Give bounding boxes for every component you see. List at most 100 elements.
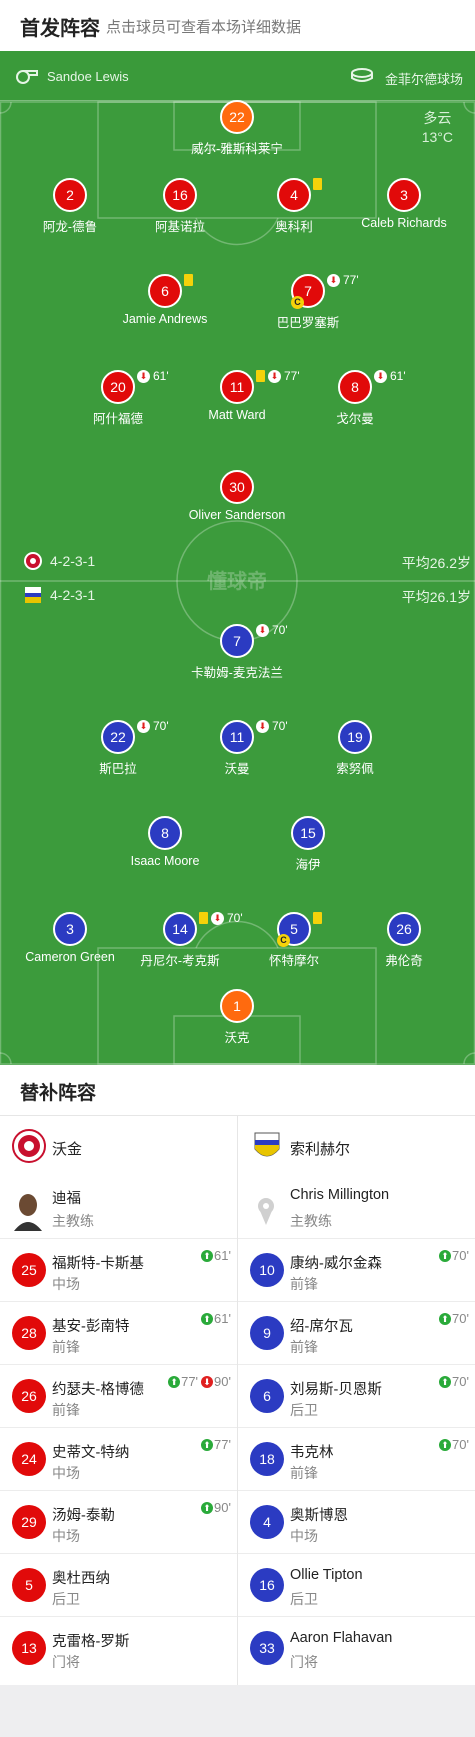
player-number: 1 xyxy=(220,989,254,1023)
player-position: 中场 xyxy=(290,1528,318,1544)
sub-on-minute: 90' xyxy=(214,1500,231,1515)
player-events: ⬇ 61' xyxy=(374,369,406,383)
substitution-events: ⬆ 70' xyxy=(439,1437,469,1452)
substitute-row[interactable]: 10 康纳-威尔金森 前锋 ⬆ 70' xyxy=(238,1238,475,1301)
player-name: 克雷格-罗斯 xyxy=(52,1634,130,1650)
player-number: 9 xyxy=(250,1316,284,1350)
player-number: 19 xyxy=(338,720,372,754)
home-player[interactable]: 16 阿基诺拉 xyxy=(115,178,245,235)
sub-on-minute: 70' xyxy=(452,1311,469,1326)
home-player[interactable]: 8 ⬇ 61' 戈尔曼 xyxy=(290,369,420,427)
player-number: 2 xyxy=(53,178,87,212)
away-player[interactable]: 14 ⬇ 70' 丹尼尔-考克斯 xyxy=(115,911,245,969)
substitute-row[interactable]: 18 韦克林 前锋 ⬆ 70' xyxy=(238,1427,475,1490)
player-name: 刘易斯-贝恩斯 xyxy=(290,1382,382,1398)
player-number: 25 xyxy=(12,1253,46,1287)
referee-name: Sandoe Lewis xyxy=(47,69,129,84)
player-name: 奥杜西纳 xyxy=(52,1571,110,1587)
substitution-events: ⬆ 70' xyxy=(439,1248,469,1263)
away-player[interactable]: 22 ⬇ 70' 斯巴拉 xyxy=(53,719,183,777)
sub-off-icon: ⬇ xyxy=(211,911,224,925)
player-number: 20 ⬇ 61' xyxy=(101,369,169,404)
player-name: 卡勒姆-麦克法兰 xyxy=(191,666,283,680)
player-name: Ollie Tipton xyxy=(290,1567,363,1583)
weather: 多云 13°C xyxy=(422,109,453,147)
substitution-events: ⬆ 61' xyxy=(201,1311,231,1326)
player-position: 门将 xyxy=(290,1654,318,1670)
home-team-badge xyxy=(24,552,42,570)
substitute-row[interactable]: 6 刘易斯-贝恩斯 后卫 ⬆ 70' xyxy=(238,1364,475,1427)
page-title: 首发阵容 xyxy=(20,18,100,40)
sub-off-icon: ⬇ xyxy=(374,369,387,383)
player-name: 沃克 xyxy=(224,1031,250,1045)
away-player[interactable]: 26 弗伦奇 xyxy=(339,912,469,969)
match-info-bar: Sandoe Lewis 金菲尔德球场 xyxy=(0,51,475,101)
away-player[interactable]: 11 ⬇ 70' 沃曼 xyxy=(172,719,302,777)
temperature: 13°C xyxy=(421,129,453,145)
substitute-row[interactable]: 16 Ollie Tipton 后卫 xyxy=(238,1553,475,1616)
home-player[interactable]: 7 ⬇ 77' C 巴巴罗塞斯 xyxy=(243,273,373,331)
substitute-row[interactable]: 9 绍-席尔瓦 前锋 ⬆ 70' xyxy=(238,1301,475,1364)
sub-on-icon: ⬆ xyxy=(201,1312,214,1325)
player-number: 7 ⬇ 70' xyxy=(220,623,288,658)
substitute-row[interactable]: 4 奥斯博恩 中场 xyxy=(238,1490,475,1553)
away-player[interactable]: 19 索努佩 xyxy=(290,720,420,777)
substitute-row[interactable]: 29 汤姆-泰勒 中场 ⬆ 90' xyxy=(0,1490,237,1553)
sub-off-icon: ⬇ xyxy=(327,273,340,287)
player-name: 韦克林 xyxy=(290,1445,334,1461)
away-player[interactable]: 1 沃克 xyxy=(172,989,302,1046)
player-events: ⬇ 77' xyxy=(327,273,359,287)
substitute-row[interactable]: 13 克雷格-罗斯 门将 xyxy=(0,1616,237,1679)
away-team-row[interactable]: 索利赫尔 xyxy=(238,1116,475,1176)
sub-minute: 77' xyxy=(343,273,359,287)
sub-on-minute: 61' xyxy=(214,1248,231,1263)
substitute-row[interactable]: 26 约瑟夫-格博德 前锋 ⬆ 77' ⬇ 90' xyxy=(0,1364,237,1427)
substitute-row[interactable]: 33 Aaron Flahavan 门将 xyxy=(238,1616,475,1679)
player-number: 22 ⬇ 70' xyxy=(101,719,169,754)
away-team-name: 索利赫尔 xyxy=(290,1141,351,1158)
player-position: 中场 xyxy=(52,1465,80,1481)
pitch: 懂球帝 Sandoe Lewis 金菲尔德球场 多云 13°C 4-2-3-1 … xyxy=(0,51,475,1065)
home-team-row[interactable]: 沃金 xyxy=(0,1116,237,1176)
player-number: 16 xyxy=(250,1568,284,1602)
home-coach[interactable]: 迪福 主教练 xyxy=(0,1176,237,1238)
player-number: 16 xyxy=(163,178,197,212)
player-name: Matt Ward xyxy=(208,408,266,422)
player-number: 6 xyxy=(148,274,193,308)
home-player[interactable]: 11 ⬇ 77' Matt Ward xyxy=(172,369,302,422)
substitute-row[interactable]: 25 福斯特-卡斯基 中场 ⬆ 61' xyxy=(0,1238,237,1301)
away-coach[interactable]: Chris Millington 主教练 xyxy=(238,1176,475,1238)
home-team-logo xyxy=(12,1129,46,1163)
substitutes-section: 替补阵容 沃金 迪福 主教练 25 福斯特-卡斯基 中场 ⬆ 61' 28 基安-彭南特 前锋… xyxy=(0,1065,475,1685)
player-number: 5 xyxy=(12,1568,46,1602)
watermark: 懂球帝 xyxy=(207,569,267,593)
player-position: 前锋 xyxy=(290,1339,318,1355)
home-player[interactable]: 6 Jamie Andrews xyxy=(100,274,230,326)
substitute-row[interactable]: 28 基安-彭南特 前锋 ⬆ 61' xyxy=(0,1301,237,1364)
home-player[interactable]: 22 威尔-雅斯科莱宁 xyxy=(172,100,302,157)
substitute-row[interactable]: 24 史蒂文-特纳 中场 ⬆ 77' xyxy=(0,1427,237,1490)
player-position: 中场 xyxy=(52,1528,80,1544)
sub-on-icon: ⬆ xyxy=(439,1375,452,1388)
home-player[interactable]: 20 ⬇ 61' 阿什福德 xyxy=(53,369,183,427)
coach-role: 主教练 xyxy=(52,1213,94,1229)
away-player[interactable]: 8 Isaac Moore xyxy=(100,816,230,868)
sub-on-icon: ⬆ xyxy=(201,1501,214,1514)
player-number: 8 ⬇ 61' xyxy=(338,369,406,404)
home-player[interactable]: 30 Oliver Sanderson xyxy=(172,470,302,522)
player-name: 阿什福德 xyxy=(92,412,143,426)
player-name: 巴巴罗塞斯 xyxy=(276,316,340,330)
away-player[interactable]: 7 ⬇ 70' 卡勒姆-麦克法兰 xyxy=(172,623,302,681)
player-name: Aaron Flahavan xyxy=(290,1630,393,1646)
coach-name: 迪福 xyxy=(52,1191,81,1207)
player-position: 后卫 xyxy=(290,1402,318,1418)
sub-on-minute: 77' xyxy=(214,1437,231,1452)
sub-on-icon: ⬆ xyxy=(439,1312,452,1325)
substitute-row[interactable]: 5 奥杜西纳 后卫 xyxy=(0,1553,237,1616)
sub-on-icon: ⬆ xyxy=(439,1438,452,1451)
home-player[interactable]: 3 Caleb Richards xyxy=(339,178,469,230)
player-position: 前锋 xyxy=(52,1402,80,1418)
away-player[interactable]: 15 海伊 xyxy=(243,816,373,873)
player-position: 前锋 xyxy=(290,1276,318,1292)
player-position: 门将 xyxy=(52,1654,80,1670)
